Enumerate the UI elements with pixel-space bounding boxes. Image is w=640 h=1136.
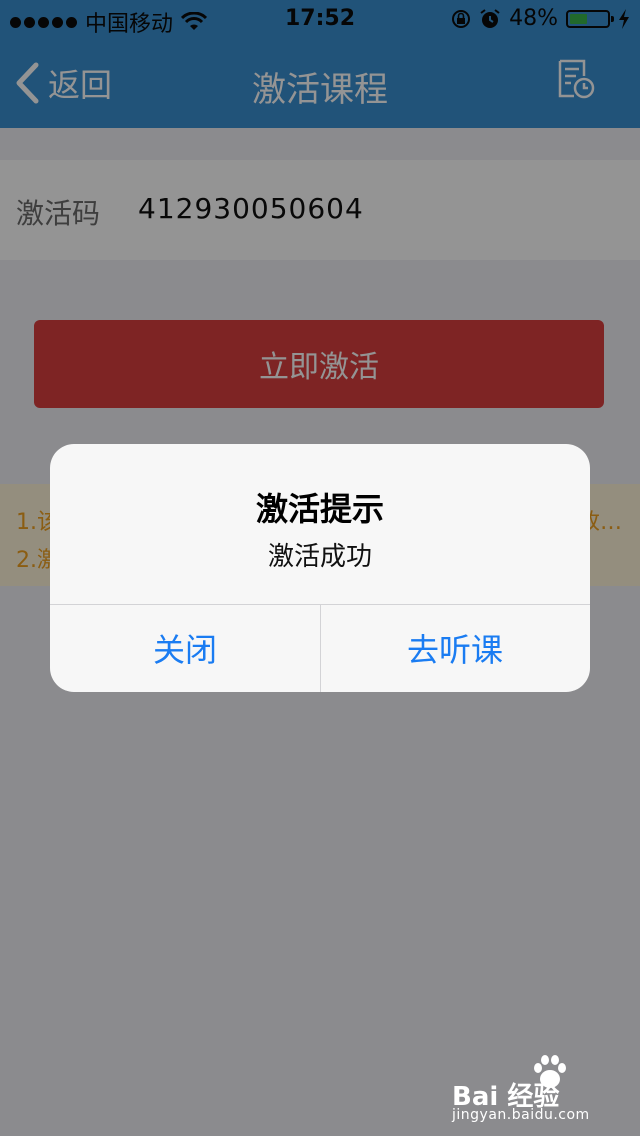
baidu-jingyan-watermark: Bai 经验 jingyan.baidu.com (452, 1052, 606, 1124)
dialog-message: 激活成功 (267, 542, 372, 572)
activation-alert-dialog: 激活提示 激活成功 关闭 去听课 (50, 444, 590, 692)
close-button[interactable]: 关闭 (50, 604, 320, 692)
dialog-title: 激活提示 (255, 490, 384, 528)
watermark-url: jingyan.baidu.com (452, 1107, 590, 1123)
go-to-course-button[interactable]: 去听课 (320, 604, 590, 692)
